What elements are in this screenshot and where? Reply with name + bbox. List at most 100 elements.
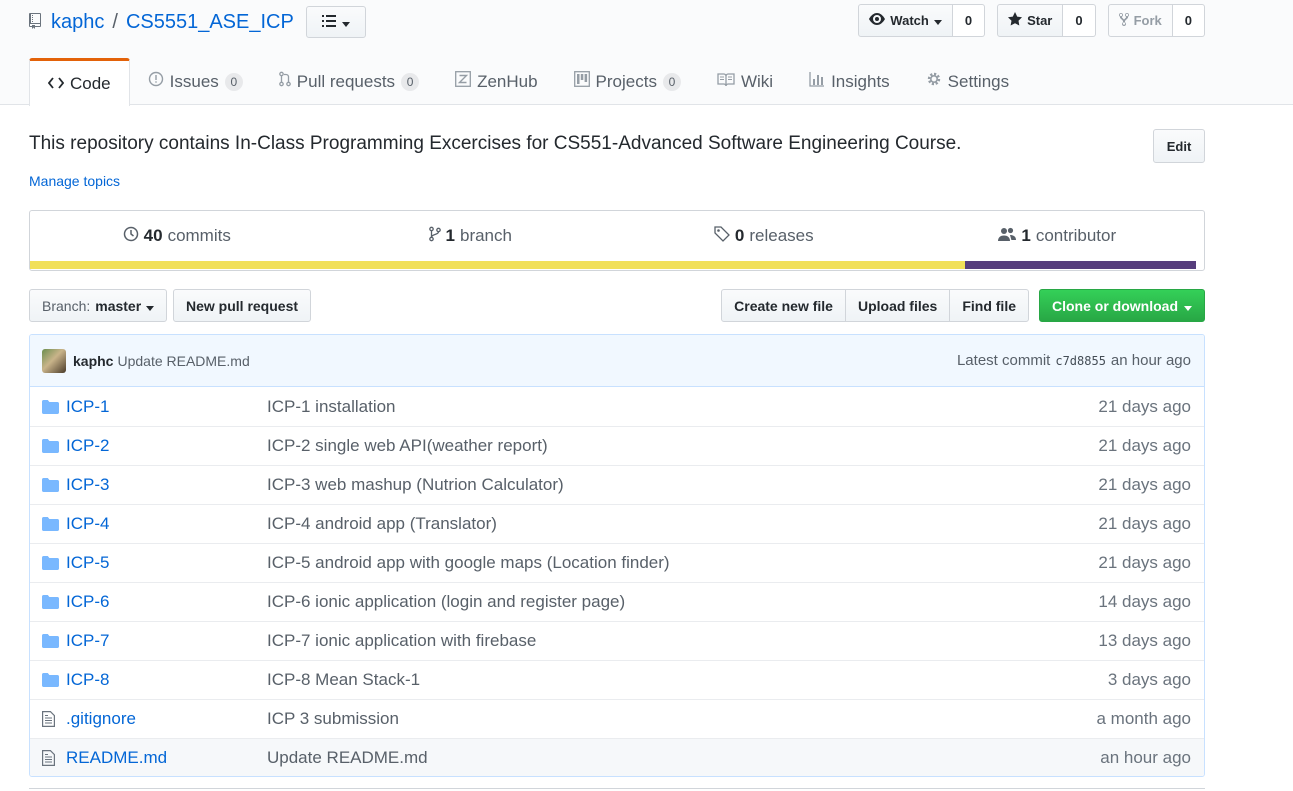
tab-wiki-label: Wiki [740, 71, 774, 91]
create-new-file-button[interactable]: Create new file [721, 289, 846, 322]
tab-zenhub-label: ZenHub [477, 71, 538, 91]
pull-request-icon [278, 71, 291, 92]
file-commit-message-link[interactable]: ICP-2 single web API(weather report) [267, 436, 1098, 456]
file-name-link[interactable]: ICP-6 [66, 592, 267, 612]
file-commit-message-link[interactable]: Update README.md [267, 748, 1100, 768]
star-button[interactable]: Star [997, 4, 1064, 37]
contributors-count: 1 [1021, 226, 1031, 245]
branch-label: branch [459, 226, 512, 245]
file-name-link[interactable]: ICP-4 [66, 514, 267, 534]
tab-insights[interactable]: Insights [791, 58, 908, 105]
tab-projects[interactable]: Projects 0 [556, 58, 699, 105]
commit-message-link[interactable]: Update README.md [117, 353, 249, 369]
file-commit-message-link[interactable]: ICP-8 Mean Stack-1 [267, 670, 1108, 690]
file-commit-message-link[interactable]: ICP-3 web mashup (Nutrion Calculator) [267, 475, 1098, 495]
pagehead-actions: Watch 0 Star 0 Fork 0 [858, 4, 1205, 37]
pulls-counter: 0 [401, 72, 420, 91]
file-name-link[interactable]: ICP-5 [66, 553, 267, 573]
commits-link[interactable]: 40 commits [30, 211, 324, 261]
tab-code[interactable]: Code [29, 58, 130, 106]
tab-settings[interactable]: Settings [908, 58, 1027, 105]
fork-button[interactable]: Fork [1107, 4, 1173, 37]
project-icon [573, 71, 590, 92]
file-name-link[interactable]: ICP-1 [66, 397, 267, 417]
file-age: 21 days ago [1098, 475, 1191, 494]
repo-header: kaphc / CS5551_ASE_ICP Watch 0 Star 0 Fo… [0, 0, 1293, 106]
latest-commit-bar: kaphc Update README.md Latest commit c7d… [30, 335, 1204, 387]
table-row: ICP-3 ICP-3 web mashup (Nutrion Calculato… [30, 465, 1204, 504]
file-name-link[interactable]: ICP-7 [66, 631, 267, 651]
language-bar-segment[interactable] [965, 261, 1196, 269]
file-name-link[interactable]: ICP-2 [66, 436, 267, 456]
file-commit-message-link[interactable]: ICP-4 android app (Translator) [267, 514, 1098, 534]
branch-prefix: Branch: [42, 297, 91, 314]
star-count[interactable]: 0 [1063, 4, 1096, 37]
tab-settings-label: Settings [947, 71, 1010, 91]
file-name-link[interactable]: .gitignore [66, 709, 267, 729]
tab-issues[interactable]: Issues 0 [130, 58, 261, 105]
file-age: 21 days ago [1098, 514, 1191, 533]
file-name-link[interactable]: README.md [66, 748, 267, 768]
folder-icon [42, 517, 59, 531]
folder-icon [42, 556, 59, 570]
tab-wiki[interactable]: Wiki [699, 58, 791, 105]
file-commit-message-link[interactable]: ICP-6 ionic application (login and regis… [267, 592, 1098, 612]
file-age: an hour ago [1100, 748, 1191, 767]
file-age: a month ago [1096, 709, 1191, 728]
repo-menu-button[interactable] [305, 6, 366, 38]
tab-code-label: Code [70, 73, 111, 93]
contributors-link[interactable]: 1 contributor [911, 211, 1205, 261]
table-row: ICP-8 ICP-8 Mean Stack-1 3 days ago [30, 660, 1204, 699]
people-icon [998, 226, 1017, 247]
commit-sha-link[interactable]: c7d8855 [1055, 354, 1106, 368]
table-row: README.md Update README.md an hour ago [30, 738, 1204, 776]
branches-link[interactable]: 1 branch [324, 211, 618, 261]
repo-name-link[interactable]: CS5551_ASE_ICP [126, 11, 294, 34]
file-table: kaphc Update README.md Latest commit c7d… [29, 334, 1205, 777]
caret-down-icon [341, 14, 350, 30]
branch-select-button[interactable]: Branch: master [29, 289, 168, 322]
file-age: 21 days ago [1098, 553, 1191, 572]
upload-files-button[interactable]: Upload files [844, 289, 951, 322]
file-commit-message-link[interactable]: ICP-5 android app with google maps (Loca… [267, 553, 1098, 573]
latest-commit-info: Latest commit c7d8855 an hour ago [957, 352, 1191, 369]
file-commit-message-link[interactable]: ICP-1 installation [267, 397, 1098, 417]
clone-or-download-button[interactable]: Clone or download [1039, 289, 1205, 322]
latest-commit-prefix: Latest commit [956, 352, 1051, 369]
watch-count[interactable]: 0 [952, 4, 986, 37]
folder-icon [42, 399, 59, 414]
tab-pull-requests[interactable]: Pull requests 0 [261, 58, 437, 105]
fork-count[interactable]: 0 [1172, 4, 1205, 37]
language-bar-segment[interactable] [30, 261, 966, 269]
find-file-button[interactable]: Find file [949, 289, 1029, 322]
releases-link[interactable]: 0 releases [617, 211, 911, 261]
file-age: 14 days ago [1098, 592, 1191, 611]
repo-owner-link[interactable]: kaphc [51, 11, 104, 34]
tab-insights-label: Insights [831, 71, 890, 91]
commit-author-link[interactable]: kaphc [73, 353, 113, 369]
language-bar[interactable] [30, 261, 1196, 269]
star-icon [1008, 12, 1023, 29]
watch-button[interactable]: Watch [858, 4, 953, 37]
new-pull-request-button[interactable]: New pull request [173, 289, 312, 322]
watch-group: Watch 0 [858, 4, 986, 37]
zenhub-icon [455, 71, 472, 92]
file-icon [42, 750, 59, 766]
table-row: .gitignore ICP 3 submission a month ago [30, 699, 1204, 738]
tab-pull-requests-label: Pull requests [296, 71, 396, 91]
file-name-link[interactable]: ICP-8 [66, 670, 267, 690]
edit-description-button[interactable]: Edit [1153, 129, 1205, 163]
file-commit-message-link[interactable]: ICP 3 submission [267, 709, 1096, 729]
tab-zenhub[interactable]: ZenHub [437, 58, 555, 105]
avatar[interactable] [42, 348, 66, 373]
contributors-label: contributor [1035, 226, 1117, 245]
manage-topics-link[interactable]: Manage topics [29, 173, 120, 189]
watch-label: Watch [890, 13, 929, 28]
file-list: ICP-1 ICP-1 installation 21 days ago ICP-2 I… [30, 387, 1204, 776]
fork-group: Fork 0 [1107, 4, 1205, 37]
table-row: ICP-1 ICP-1 installation 21 days ago [30, 387, 1204, 426]
file-commit-message-link[interactable]: ICP-7 ionic application with firebase [267, 631, 1098, 651]
repo-nav: Code Issues 0 Pull requests 0 ZenHub Pro… [29, 58, 1027, 106]
table-row: ICP-6 ICP-6 ionic application (login and … [30, 582, 1204, 621]
file-name-link[interactable]: ICP-3 [66, 475, 267, 495]
